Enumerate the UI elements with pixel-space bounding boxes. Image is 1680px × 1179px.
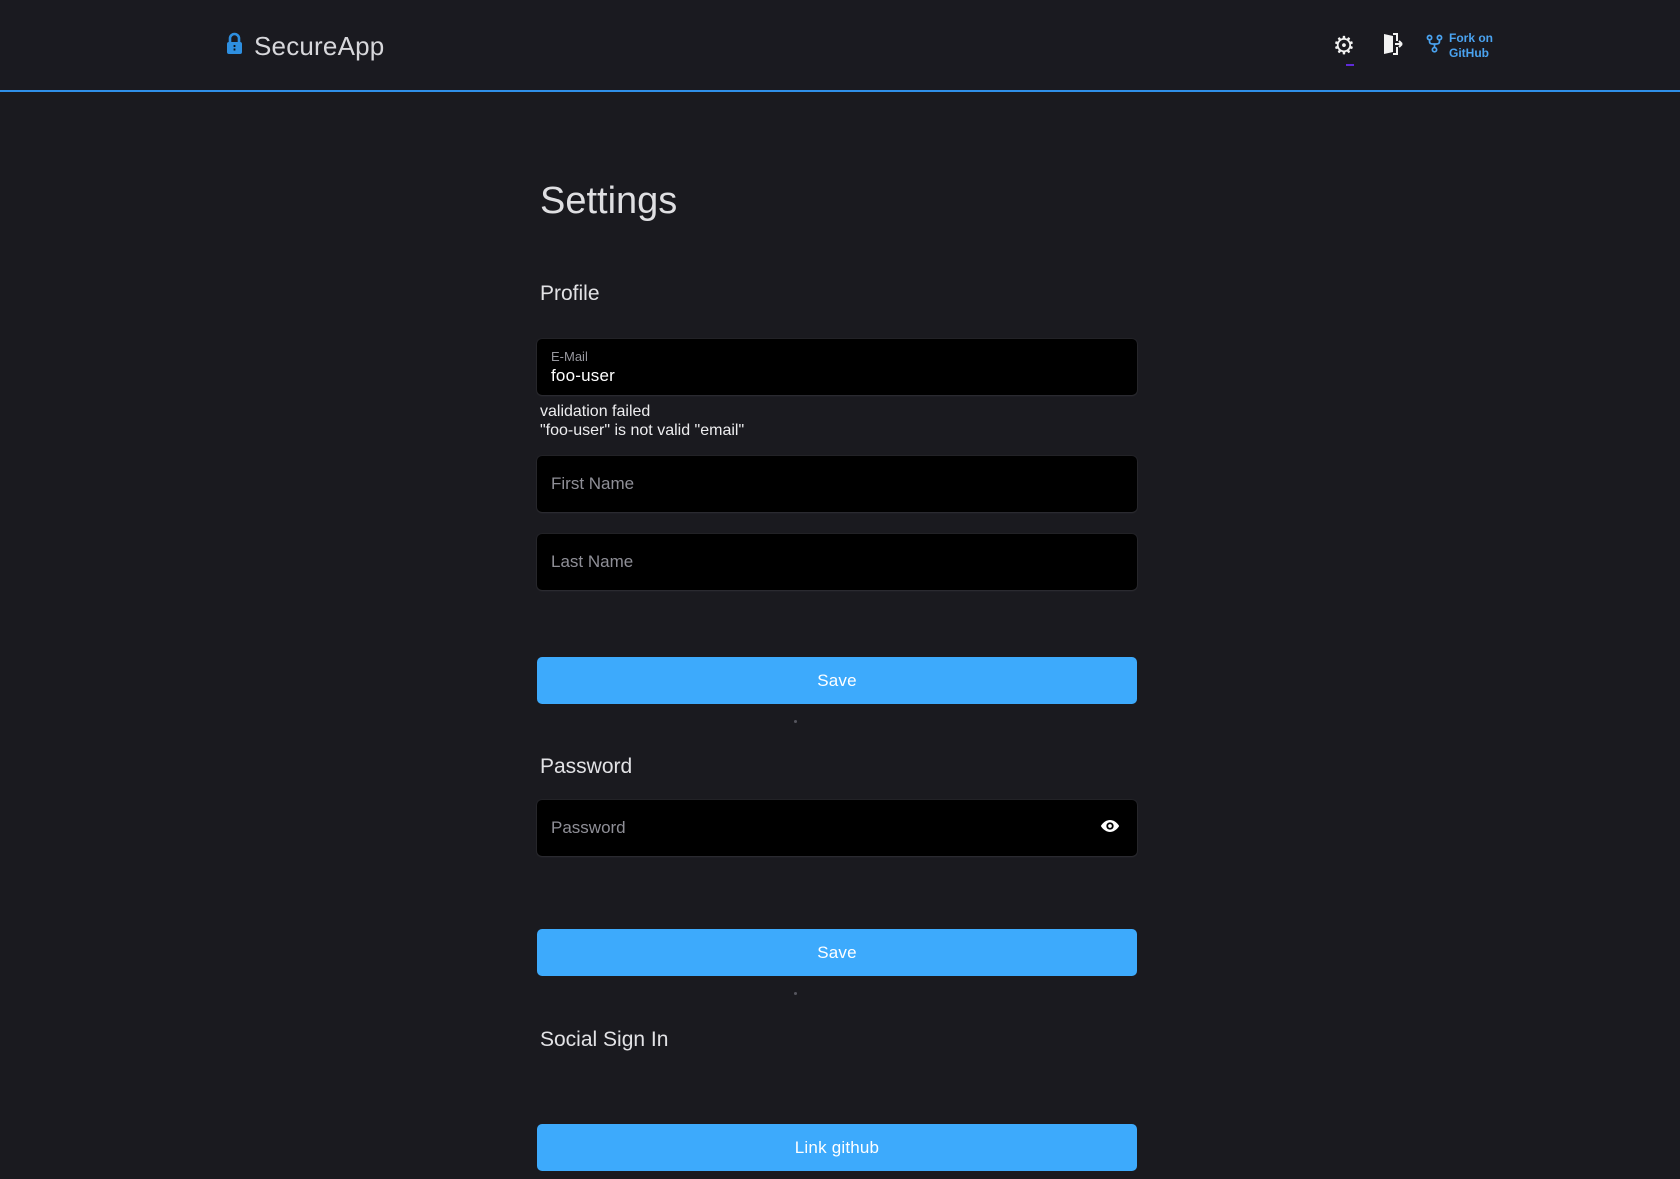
- app-header: SecureApp ⚙: [0, 0, 1680, 92]
- password-field: [537, 800, 1137, 856]
- toggle-password-visibility-button[interactable]: [1097, 815, 1123, 841]
- settings-page: SecureApp ⚙: [0, 0, 1680, 1179]
- password-save-button[interactable]: Save: [537, 929, 1137, 976]
- first-name-input[interactable]: [551, 474, 1123, 494]
- header-actions: ⚙: [1330, 0, 1493, 92]
- app-title: SecureApp: [254, 31, 384, 62]
- email-field[interactable]: E-Mail foo-user: [537, 339, 1137, 395]
- social-section-heading: Social Sign In: [540, 1028, 668, 1052]
- logout-icon: [1380, 32, 1404, 61]
- email-field-value: foo-user: [551, 366, 1123, 386]
- first-name-field: [537, 456, 1137, 512]
- fork-link-label: Fork on GitHub: [1449, 31, 1493, 61]
- error-line-1: validation failed: [540, 402, 744, 421]
- git-fork-icon: [1426, 33, 1443, 60]
- profile-save-button[interactable]: Save: [537, 657, 1137, 704]
- fork-on-github-link[interactable]: Fork on GitHub: [1426, 31, 1493, 61]
- last-name-field: [537, 534, 1137, 590]
- eye-icon: [1099, 815, 1121, 842]
- gear-underscore-indicator: [1346, 64, 1354, 66]
- collapsed-details-dot: [794, 992, 797, 995]
- link-github-button[interactable]: Link github: [537, 1124, 1137, 1171]
- email-field-label: E-Mail: [551, 349, 1123, 364]
- error-line-2: "foo-user" is not valid "email": [540, 421, 744, 440]
- email-validation-error: validation failed "foo-user" is not vali…: [540, 402, 744, 440]
- password-input[interactable]: [551, 818, 1087, 838]
- page-title: Settings: [540, 180, 677, 223]
- gear-icon: ⚙: [1333, 34, 1355, 59]
- lock-icon: [225, 32, 244, 61]
- last-name-input[interactable]: [551, 552, 1123, 572]
- logout-button[interactable]: [1378, 32, 1406, 60]
- password-section-heading: Password: [540, 755, 632, 779]
- settings-gear-button[interactable]: ⚙: [1330, 32, 1358, 60]
- profile-section-heading: Profile: [540, 282, 600, 306]
- collapsed-details-dot: [794, 720, 797, 723]
- app-logo[interactable]: SecureApp: [225, 0, 384, 92]
